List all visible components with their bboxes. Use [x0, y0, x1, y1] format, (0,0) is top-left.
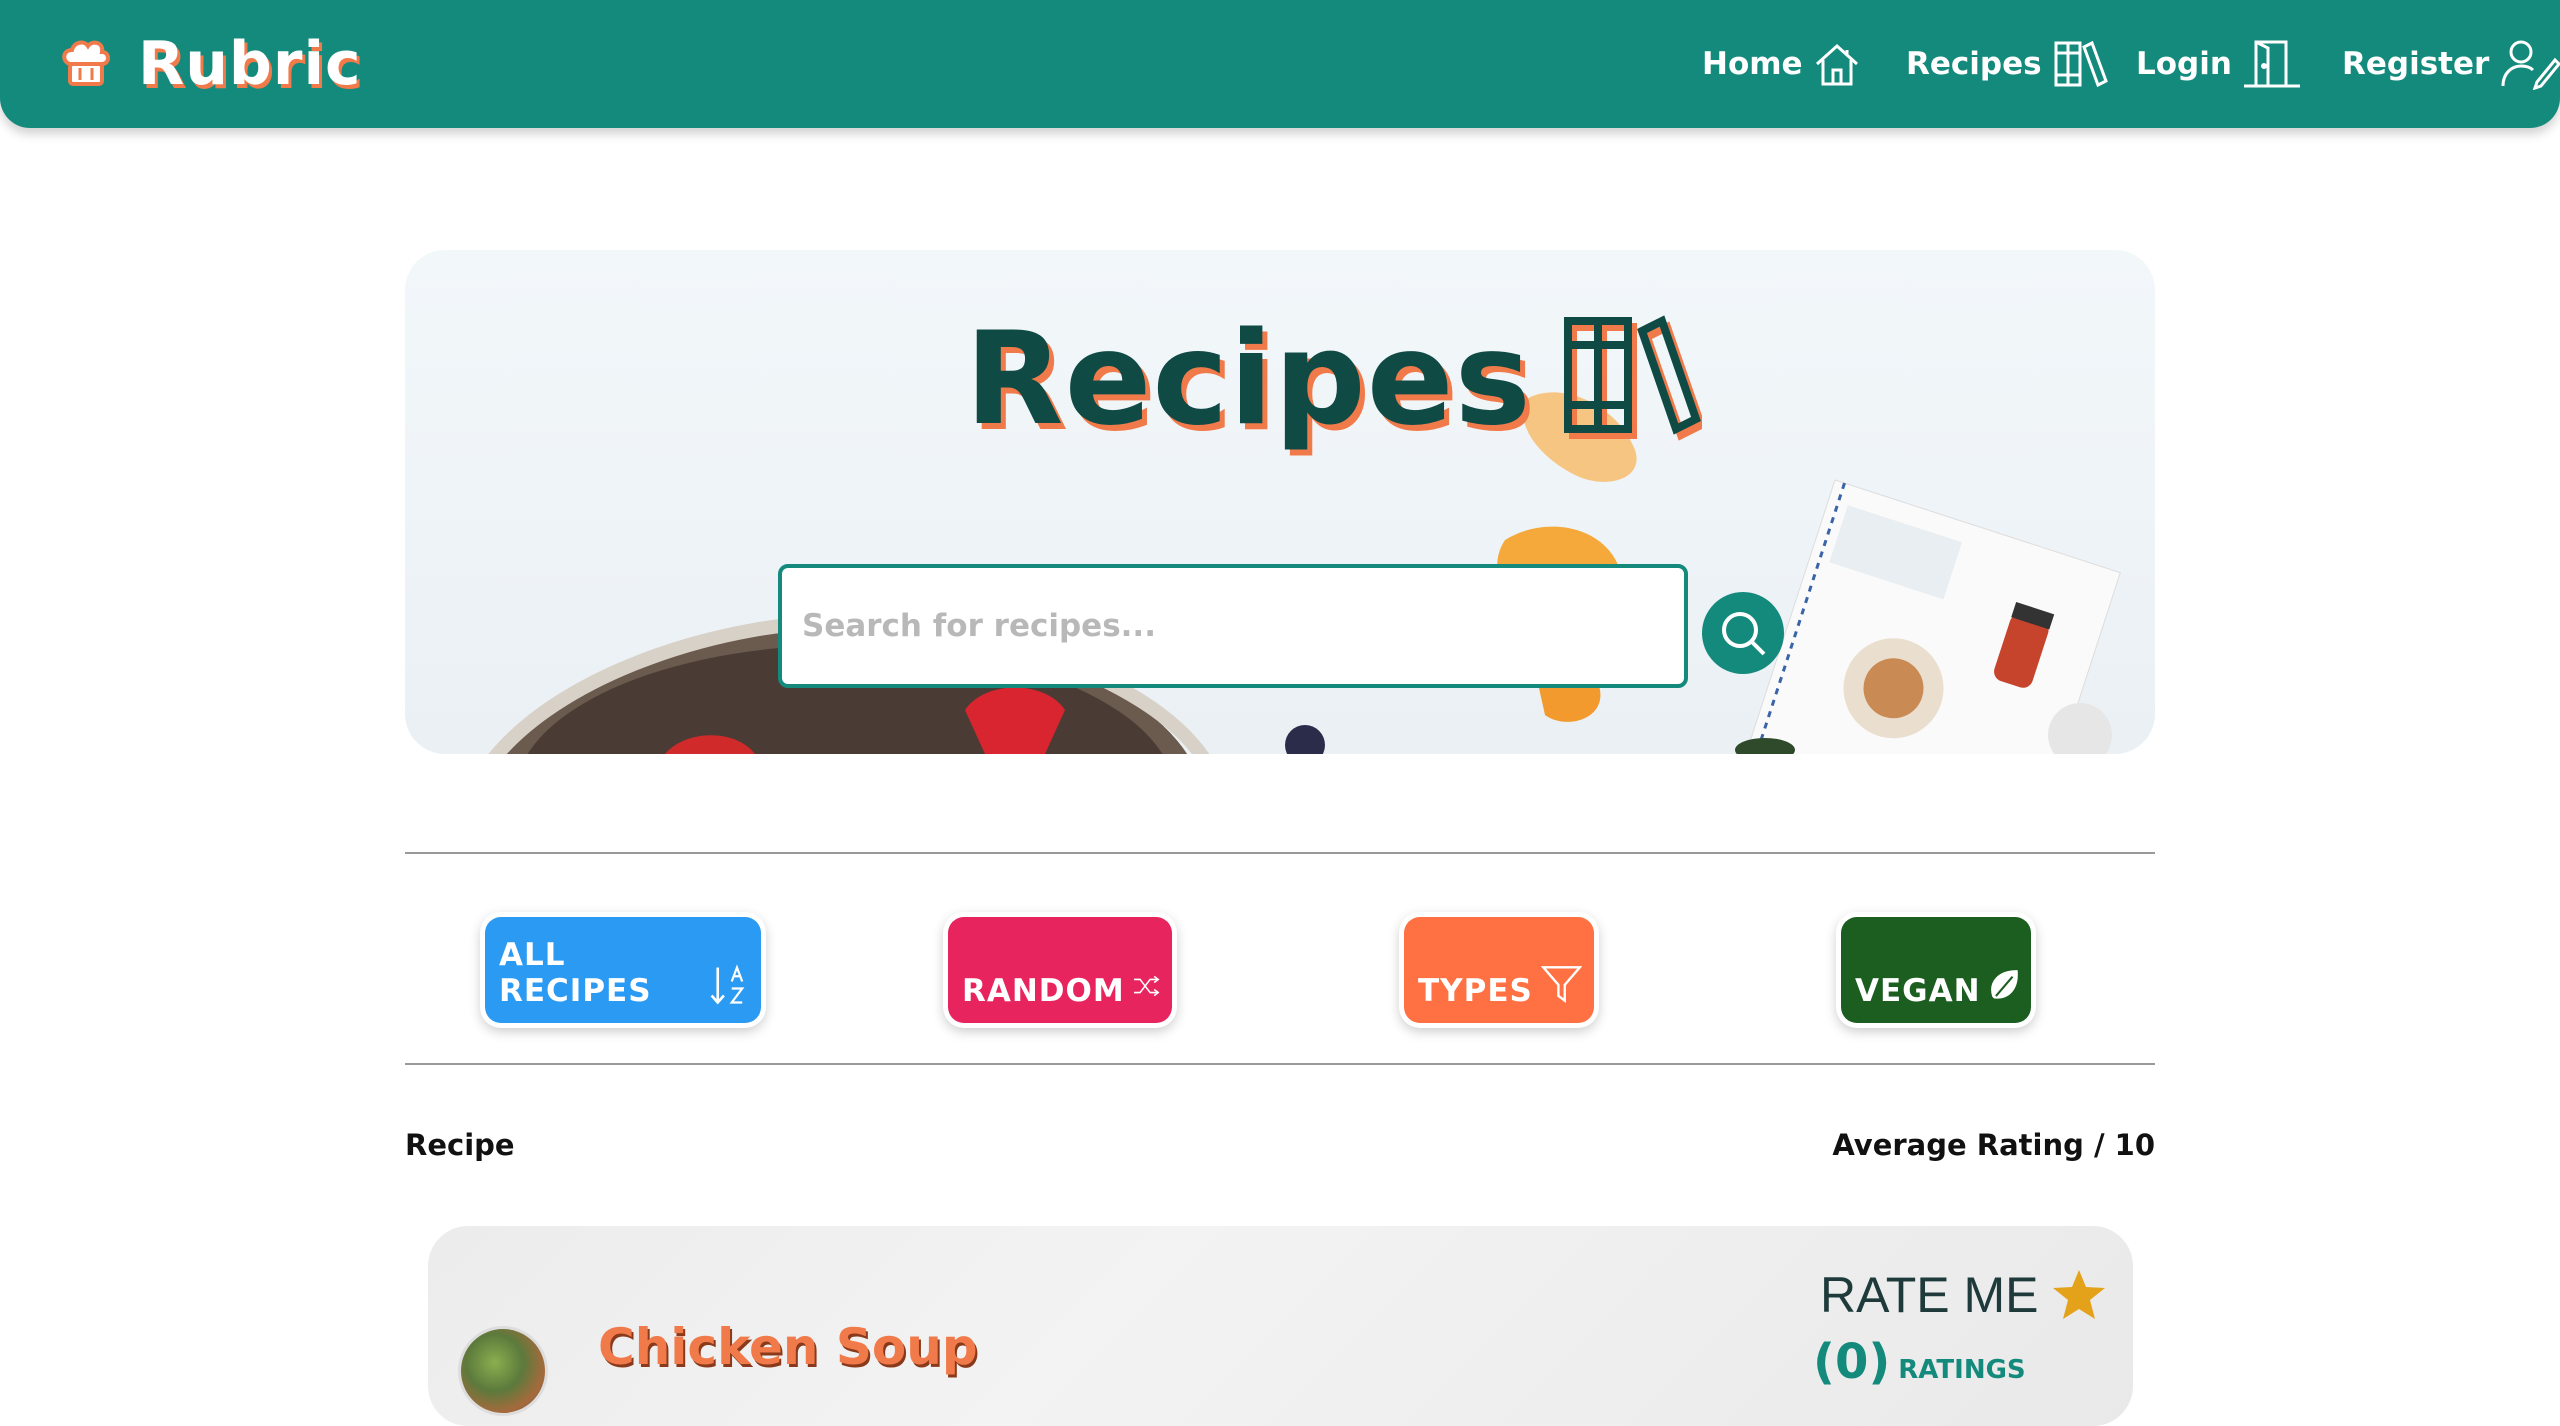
- star-icon: [2052, 1270, 2105, 1319]
- rate-me-label: RATE ME: [1820, 1267, 2039, 1323]
- door-icon: [2243, 40, 2300, 88]
- sort-az-icon: [710, 964, 745, 1005]
- divider-bottom: [405, 1063, 2155, 1065]
- all-recipes-label: ALL RECIPES: [499, 937, 652, 1009]
- shuffle-icon: [1133, 975, 1160, 997]
- nav-home[interactable]: Home: [1702, 34, 1861, 94]
- user-edit-icon: [2501, 40, 2560, 90]
- column-header-rating: Average Rating / 10: [1832, 1128, 2155, 1162]
- home-icon: [1815, 43, 1858, 86]
- random-label: RANDOM: [962, 973, 1125, 1009]
- vegan-button[interactable]: VEGAN: [1841, 917, 2031, 1023]
- brand-link[interactable]: Rubric: [56, 29, 362, 99]
- nav-recipes[interactable]: Recipes: [1906, 34, 2110, 94]
- nav-login-label: Login: [2136, 46, 2232, 82]
- random-button[interactable]: RANDOM: [948, 917, 1172, 1023]
- hero-title-text: Recipes: [965, 305, 1532, 454]
- search-icon: [1722, 612, 1766, 656]
- ratings-count: (0): [1813, 1334, 1891, 1390]
- hero-title: Recipes: [965, 305, 1702, 454]
- divider-top: [405, 852, 2155, 854]
- ratings-label: RATINGS: [1898, 1355, 2026, 1385]
- rate-me-button[interactable]: RATE ME: [1820, 1266, 2107, 1324]
- books-icon: [1563, 314, 1702, 441]
- column-header-recipe: Recipe: [405, 1128, 515, 1162]
- vegan-label: VEGAN: [1855, 973, 1981, 1009]
- recipe-card[interactable]: Chicken Soup RATE ME (0) RATINGS: [428, 1226, 2133, 1426]
- recipe-name[interactable]: Chicken Soup: [598, 1318, 978, 1376]
- search-input[interactable]: [778, 564, 1688, 688]
- leaf-icon: [1990, 970, 2018, 999]
- chef-hat-icon: [62, 40, 110, 86]
- nav-register-label: Register: [2342, 46, 2490, 82]
- hero-banner: Recipes: [405, 250, 2155, 754]
- recipe-thumbnail: [458, 1326, 548, 1416]
- search-button[interactable]: [1702, 592, 1784, 674]
- nav-recipes-label: Recipes: [1906, 46, 2042, 82]
- nav-register[interactable]: Register: [2342, 34, 2560, 94]
- brand-name: Rubric: [138, 29, 362, 99]
- navbar: Rubric Home Recipes Login Register: [0, 0, 2560, 128]
- filter-icon: [1540, 966, 1582, 1004]
- ratings-summary: (0) RATINGS: [1813, 1334, 2026, 1390]
- nav-home-label: Home: [1702, 46, 1803, 82]
- types-button[interactable]: TYPES: [1404, 917, 1594, 1023]
- types-label: TYPES: [1418, 973, 1533, 1009]
- books-icon: [2054, 40, 2108, 88]
- nav-login[interactable]: Login: [2136, 34, 2302, 94]
- all-recipes-button[interactable]: ALL RECIPES: [485, 917, 761, 1023]
